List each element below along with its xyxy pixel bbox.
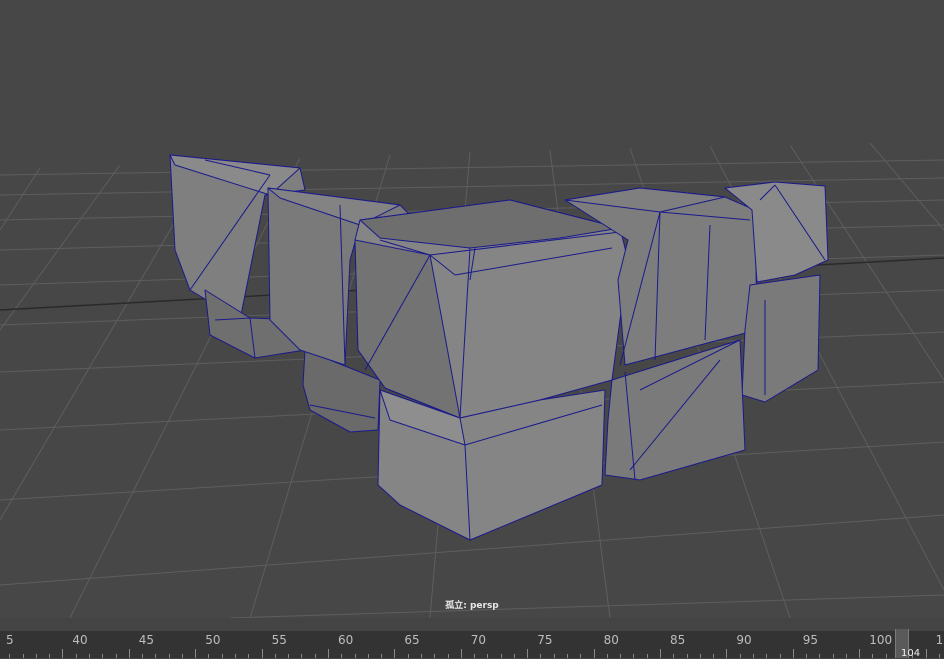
timeline-major-tick: [328, 649, 329, 658]
timeline-tick-label: 80: [603, 633, 619, 647]
timeline-minor-tick: [699, 654, 701, 658]
timeline-minor-tick: [181, 654, 183, 658]
timeline-major-tick: [792, 649, 794, 658]
timeline-major-tick: [726, 649, 728, 658]
timeline-minor-tick: [9, 654, 11, 658]
timeline-major-tick: [62, 649, 64, 658]
viewport-canvas[interactable]: [0, 0, 944, 618]
timeline-minor-tick: [752, 654, 754, 658]
timeline-major-tick: [660, 649, 661, 658]
timeline-minor-tick: [142, 654, 144, 658]
timeline-minor-tick: [766, 654, 768, 658]
timeline-minor-tick: [938, 654, 940, 658]
timeline-minor-tick: [673, 654, 675, 658]
current-frame-label: 104: [901, 648, 921, 659]
timeline-minor-tick: [567, 654, 569, 658]
timeline-tick-label: 70: [470, 633, 487, 647]
timeline-minor-tick: [885, 654, 887, 658]
timeline-minor-tick: [845, 654, 847, 658]
timeline-tick-label: 75: [537, 633, 553, 647]
timeline-major-tick: [261, 649, 263, 658]
timeline-minor-tick: [606, 654, 608, 658]
timeline-minor-tick: [513, 654, 515, 658]
timeline-tick-label: 60: [338, 633, 354, 647]
time-slider[interactable]: 5 40 45 50 55 60 65 70 75 80 85 90 95 100 105 104: [0, 618, 944, 659]
timeline-minor-tick: [22, 654, 24, 658]
timeline-minor-tick: [88, 654, 90, 658]
timeline-minor-tick: [553, 654, 555, 658]
timeline-minor-tick: [832, 654, 834, 658]
timeline-minor-tick: [739, 654, 741, 658]
timeline-minor-tick: [646, 654, 648, 658]
timeline-minor-tick: [221, 654, 223, 658]
timeline-minor-tick: [806, 654, 808, 658]
timeline-minor-tick: [500, 654, 502, 658]
timeline-minor-tick: [115, 654, 117, 658]
timeline-minor-tick: [155, 654, 157, 658]
timeline-minor-tick: [274, 654, 276, 658]
timeline-minor-tick: [633, 654, 635, 658]
timeline-major-tick: [195, 649, 197, 658]
timeline-minor-tick: [248, 654, 250, 658]
timeline-tick-label: 105: [935, 633, 944, 647]
3d-viewport[interactable]: [0, 0, 944, 618]
timeline-minor-tick: [487, 654, 489, 658]
timeline-minor-tick: [288, 654, 290, 658]
timeline-tick-label: 50: [205, 633, 221, 647]
timeline-minor-tick: [301, 654, 303, 658]
timeline-minor-tick: [168, 654, 170, 658]
timeline-major-tick: [527, 649, 529, 658]
timeline-minor-tick: [235, 654, 237, 658]
timeline-minor-tick: [779, 654, 781, 658]
timeline-minor-tick: [713, 654, 715, 658]
timeline-minor-tick: [354, 654, 356, 658]
mesh-block-front-top[interactable]: [354, 199, 629, 419]
timeline-minor-tick: [341, 654, 343, 658]
timeline-minor-tick: [314, 654, 316, 658]
timeline-major-tick: [593, 649, 595, 658]
timeline-tick-label: 85: [670, 633, 686, 647]
timeline-tick-label: 45: [138, 633, 155, 647]
timeline-minor-tick: [208, 654, 210, 658]
timeline-tick-label: 55: [271, 633, 287, 647]
timeline-major-tick: [394, 649, 396, 658]
timeline-major-tick: [859, 649, 861, 658]
timeline-minor-tick: [819, 654, 821, 658]
timeline-minor-tick: [49, 654, 51, 658]
timeline-minor-tick: [407, 654, 409, 658]
timeline-ruler[interactable]: 5 40 45 50 55 60 65 70 75 80 85 90 95 100 105: [0, 631, 944, 658]
viewport-camera-label: 孤立: persp: [445, 601, 499, 611]
timeline-minor-tick: [102, 654, 104, 658]
timeline-minor-tick: [620, 654, 622, 658]
timeline-minor-tick: [540, 654, 542, 658]
timeline-minor-tick: [434, 654, 436, 658]
timeline-minor-tick: [420, 654, 422, 658]
timeline-minor-tick: [381, 654, 383, 658]
timeline-major-tick: [925, 649, 927, 658]
timeline-minor-tick: [686, 654, 688, 658]
timeline-minor-tick: [872, 654, 874, 658]
timeline-minor-tick: [580, 654, 582, 658]
timeline-minor-tick: [367, 654, 369, 658]
timeline-minor-tick: [447, 654, 449, 658]
timeline-major-tick: [460, 649, 462, 658]
timeline-tick-label: 95: [802, 633, 819, 647]
timeline-minor-tick: [474, 654, 476, 658]
timeline-tick-label: 100: [869, 633, 893, 647]
timeline-tick-label: 90: [736, 633, 752, 647]
timeline-tick-label: 65: [404, 633, 420, 647]
timeline-tick-label: 40: [72, 633, 88, 647]
timeline-minor-tick: [75, 654, 77, 658]
timeline-tick-label: 5: [6, 633, 14, 647]
timeline-major-tick: [128, 649, 130, 658]
timeline-minor-tick: [35, 654, 37, 658]
